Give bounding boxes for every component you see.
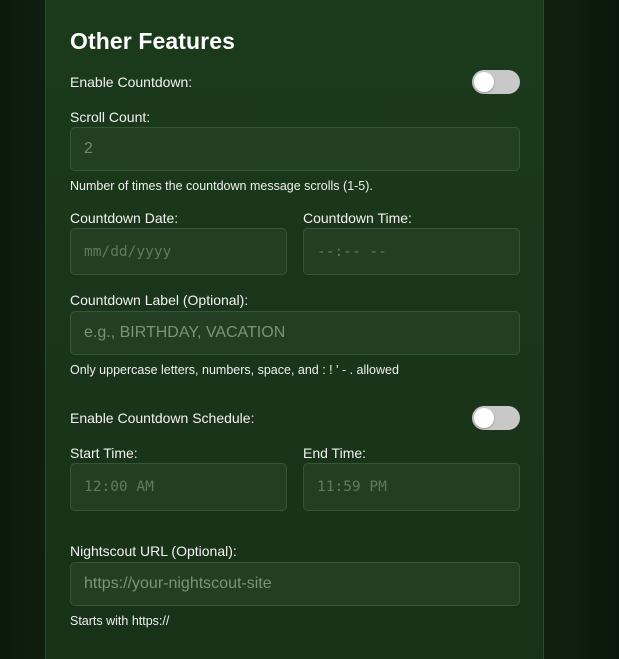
toggle-knob — [474, 408, 494, 428]
countdown-time-label: Countdown Time: — [303, 210, 412, 226]
end-time-label: End Time: — [303, 445, 367, 461]
enable-countdown-label: Enable Countdown: — [70, 74, 193, 90]
countdown-date-input[interactable]: mm/dd/yyyy — [70, 228, 287, 275]
enable-schedule-toggle[interactable] — [472, 406, 520, 430]
scroll-count-hint: Number of times the countdown message sc… — [70, 179, 373, 193]
countdown-time-input[interactable]: --:-- -- — [303, 228, 520, 275]
countdown-label-input[interactable]: e.g., BIRTHDAY, VACATION — [70, 311, 520, 355]
start-time-label: Start Time: — [70, 445, 138, 461]
scroll-count-label: Scroll Count: — [70, 109, 151, 125]
section-title: Other Features — [70, 28, 236, 54]
start-time-input[interactable]: 12:00 AM — [70, 463, 287, 511]
nightscout-url-label: Nightscout URL (Optional): — [70, 543, 237, 559]
enable-countdown-toggle[interactable] — [472, 70, 520, 94]
end-time-input[interactable]: 11:59 PM — [303, 463, 520, 511]
countdown-label-label: Countdown Label (Optional): — [70, 292, 249, 308]
nightscout-url-hint: Starts with https:// — [70, 614, 170, 628]
toggle-knob — [474, 72, 494, 92]
enable-schedule-label: Enable Countdown Schedule: — [70, 410, 255, 426]
scroll-count-input[interactable]: 2 — [70, 127, 520, 171]
nightscout-url-input[interactable]: https://your-nightscout-site — [70, 562, 520, 606]
countdown-date-label: Countdown Date: — [70, 210, 179, 226]
countdown-label-hint: Only uppercase letters, numbers, space, … — [70, 363, 399, 377]
